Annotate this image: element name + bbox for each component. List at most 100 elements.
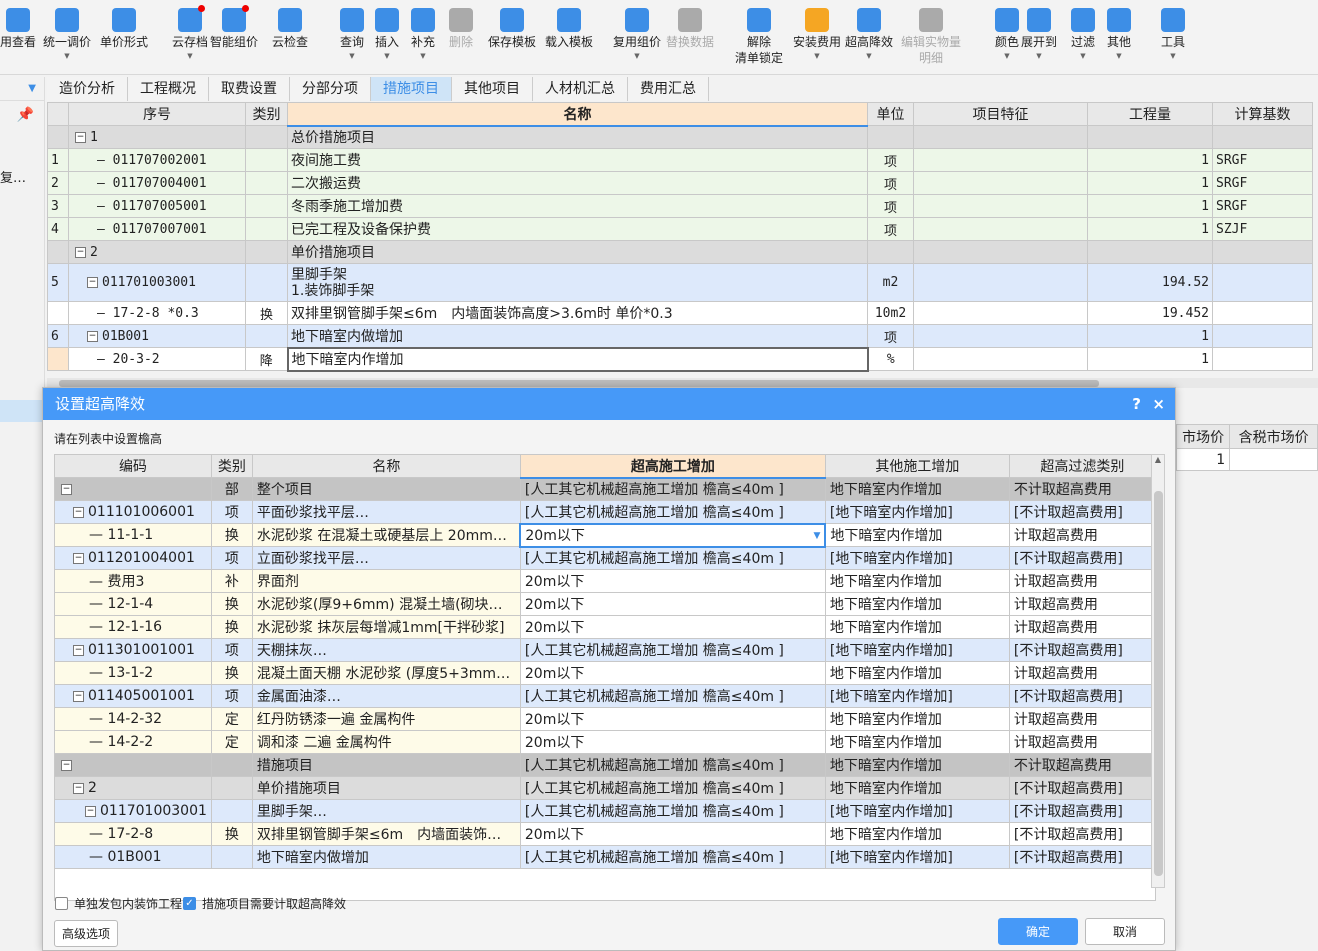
- dropdown-arrow-icon[interactable]: ▼: [1092, 50, 1146, 62]
- dialog-row[interactable]: — 费用3 补 界面剂 20m以下 地下暗室内作增加 计取超高费用: [54, 569, 1156, 593]
- other-cell[interactable]: 地下暗室内作增加: [824, 592, 1010, 616]
- name-cell[interactable]: 双排里钢管脚手架≤6m 内墙面装饰高度>3.6m时 单价*0.3: [287, 301, 868, 325]
- toolbar-button-10[interactable]: 保存模板: [485, 4, 539, 50]
- table-row[interactable]: 3— 011707005001 冬雨季施工增加费项 1 SRGF: [47, 194, 1313, 218]
- column-header[interactable]: 名称: [251, 454, 521, 478]
- filter-cell[interactable]: [不计取超高费用]: [1008, 500, 1156, 524]
- collapse-icon[interactable]: −: [73, 506, 84, 518]
- collapse-icon[interactable]: −: [73, 644, 84, 656]
- tab-2[interactable]: 取费设置: [209, 77, 290, 101]
- toolbar-button-11[interactable]: 载入模板: [542, 4, 596, 50]
- collapse-icon[interactable]: −: [75, 246, 86, 258]
- dialog-row[interactable]: −011701003001 里脚手架… [人工其它机械超高施工增加 檐高≤40m ]…: [54, 799, 1156, 823]
- toolbar-button-21[interactable]: 其他 ▼: [1092, 4, 1146, 62]
- other-cell[interactable]: [地下暗室内作增加]: [824, 546, 1010, 570]
- collapse-icon[interactable]: −: [73, 782, 84, 794]
- dialog-row[interactable]: — 11-1-1 换 水泥砂浆 在混凝土或硬基层上 20mm… 20m以下 ▼ 地下暗室内…: [54, 522, 1156, 548]
- other-cell[interactable]: [地下暗室内作增加]: [824, 845, 1010, 869]
- column-header[interactable]: 计算基数: [1212, 102, 1313, 126]
- table-row[interactable]: — 17-2-8 *0.3 换双排里钢管脚手架≤6m 内墙面装饰高度>3.6m时 …: [47, 301, 1313, 325]
- dialog-row[interactable]: − 部 整个项目 [人工其它机械超高施工增加 檐高≤40m ] 地下暗室内作增加 不计取超…: [54, 477, 1156, 501]
- other-cell[interactable]: [地下暗室内作增加]: [824, 638, 1010, 662]
- tab-1[interactable]: 工程概况: [128, 77, 209, 101]
- filter-cell[interactable]: 计取超高费用: [1008, 523, 1156, 547]
- toolbar-button-0[interactable]: 用查看: [0, 4, 36, 50]
- over-cell[interactable]: [人工其它机械超高施工增加 檐高≤40m ]: [519, 477, 826, 501]
- toolbar-button-1[interactable]: 统一调价 ▼: [40, 4, 94, 62]
- dropdown-arrow-icon[interactable]: ▼: [163, 50, 217, 62]
- other-cell[interactable]: 地下暗室内作增加: [824, 661, 1010, 685]
- name-cell[interactable]: 夜间施工费: [287, 148, 868, 172]
- dropdown-arrow-icon[interactable]: ▼: [1146, 50, 1200, 62]
- qty-cell[interactable]: 1: [1087, 148, 1213, 172]
- dialog-row[interactable]: −011405001001 项 金属面油漆… [人工其它机械超高施工增加 檐高≤40m…: [54, 684, 1156, 708]
- collapse-icon[interactable]: −: [61, 483, 72, 495]
- dropdown-arrow-icon[interactable]: ▼: [790, 50, 844, 62]
- name-cell[interactable]: 冬雨季施工增加费: [287, 194, 868, 218]
- name-cell[interactable]: 已完工程及设备保护费: [287, 217, 868, 241]
- advanced-options-button[interactable]: 高级选项: [54, 920, 118, 947]
- name-cell[interactable]: 地下暗室内作增加: [286, 346, 869, 372]
- other-cell[interactable]: 地下暗室内作增加: [824, 822, 1010, 846]
- column-header[interactable]: [47, 102, 69, 126]
- filter-cell[interactable]: 计取超高费用: [1008, 661, 1156, 685]
- other-cell[interactable]: 地下暗室内作增加: [824, 569, 1010, 593]
- name-cell[interactable]: 二次搬运费: [287, 171, 868, 195]
- qty-cell[interactable]: 194.52: [1087, 263, 1213, 302]
- dialog-row[interactable]: −2 单价措施项目 [人工其它机械超高施工增加 檐高≤40m ] 地下暗室内作增加 [不…: [54, 776, 1156, 800]
- tab-4[interactable]: 措施项目: [371, 77, 452, 101]
- name-cell[interactable]: 里脚手架 1.装饰脚手架: [287, 263, 868, 302]
- scroll-up-icon[interactable]: ▲: [1152, 455, 1164, 464]
- filter-cell[interactable]: 计取超高费用: [1008, 569, 1156, 593]
- over-cell[interactable]: [人工其它机械超高施工增加 檐高≤40m ]: [519, 546, 826, 570]
- scrollbar-thumb[interactable]: [59, 380, 1099, 387]
- column-header[interactable]: 工程量: [1087, 102, 1213, 126]
- column-header[interactable]: 超高施工增加: [519, 454, 826, 479]
- toolbar-button-16[interactable]: 超高降效 ▼: [842, 4, 896, 62]
- checkbox-box[interactable]: ✓: [183, 897, 196, 910]
- filter-cell[interactable]: [不计取超高费用]: [1008, 776, 1156, 800]
- dropdown-arrow-icon[interactable]: ▼: [842, 50, 896, 62]
- help-icon[interactable]: ?: [1132, 388, 1141, 420]
- collapse-icon[interactable]: −: [75, 131, 86, 143]
- column-header[interactable]: 名称: [287, 102, 868, 127]
- other-cell[interactable]: 地下暗室内作增加: [824, 477, 1010, 501]
- table-row[interactable]: −2 单价措施项目: [47, 240, 1313, 264]
- pin-icon[interactable]: 📌: [0, 107, 44, 123]
- other-cell[interactable]: [地下暗室内作增加]: [824, 684, 1010, 708]
- column-header[interactable]: 单位: [867, 102, 914, 126]
- tab-7[interactable]: 费用汇总: [628, 77, 709, 101]
- filter-cell[interactable]: 计取超高费用: [1008, 592, 1156, 616]
- tab-5[interactable]: 其他项目: [452, 77, 533, 101]
- other-cell[interactable]: [地下暗室内作增加]: [824, 500, 1010, 524]
- filter-cell[interactable]: [不计取超高费用]: [1008, 822, 1156, 846]
- dialog-row[interactable]: — 13-1-2 换 混凝土面天棚 水泥砂浆 (厚度5+3mm… 20m以下 地下暗室内…: [54, 661, 1156, 685]
- dialog-row[interactable]: — 12-1-4 换 水泥砂浆(厚9+6mm) 混凝土墙(砌块… 20m以下 地下暗室内…: [54, 592, 1156, 616]
- dialog-row[interactable]: − 措施项目 [人工其它机械超高施工增加 檐高≤40m ] 地下暗室内作增加 不计取超高…: [54, 753, 1156, 777]
- name-cell[interactable]: 总价措施项目: [287, 125, 868, 149]
- table-row[interactable]: 1— 011707002001 夜间施工费项 1 SRGF: [47, 148, 1313, 172]
- over-cell[interactable]: [人工其它机械超高施工增加 檐高≤40m ]: [519, 684, 826, 708]
- dropdown-arrow-icon[interactable]: ▼: [610, 50, 664, 62]
- column-header[interactable]: 类别: [245, 102, 288, 126]
- vertical-scrollbar[interactable]: ▲: [1151, 454, 1165, 888]
- qty-cell[interactable]: 1: [1087, 324, 1213, 348]
- toolbar-button-2[interactable]: 单价形式: [97, 4, 151, 50]
- table-row[interactable]: 5−011701003001 里脚手架 1.装饰脚手架 m2 194.52: [47, 263, 1313, 302]
- table-row[interactable]: 6−01B001 地下暗室内做增加项 1: [47, 324, 1313, 348]
- checkbox-box[interactable]: [55, 897, 68, 910]
- qty-cell[interactable]: 1: [1087, 217, 1213, 241]
- over-cell[interactable]: 20m以下: [519, 592, 826, 616]
- filter-cell[interactable]: [不计取超高费用]: [1008, 845, 1156, 869]
- filter-cell[interactable]: 计取超高费用: [1008, 615, 1156, 639]
- overheight-select[interactable]: 20m以下 ▼: [519, 522, 827, 548]
- qty-cell[interactable]: [1087, 125, 1213, 149]
- filter-cell[interactable]: 计取超高费用: [1008, 707, 1156, 731]
- column-header[interactable]: 含税市场价: [1229, 424, 1318, 449]
- dialog-row[interactable]: — 01B001 地下暗室内做增加 [人工其它机械超高施工增加 檐高≤40m ] [地…: [54, 845, 1156, 869]
- column-header[interactable]: 类别: [210, 454, 253, 478]
- dropdown-arrow-icon[interactable]: ▼: [40, 50, 94, 62]
- toolbar-button-15[interactable]: 安装费用 ▼: [790, 4, 844, 62]
- toolbar-button-5[interactable]: 云检查: [263, 4, 317, 50]
- over-cell[interactable]: 20m以下: [519, 569, 826, 593]
